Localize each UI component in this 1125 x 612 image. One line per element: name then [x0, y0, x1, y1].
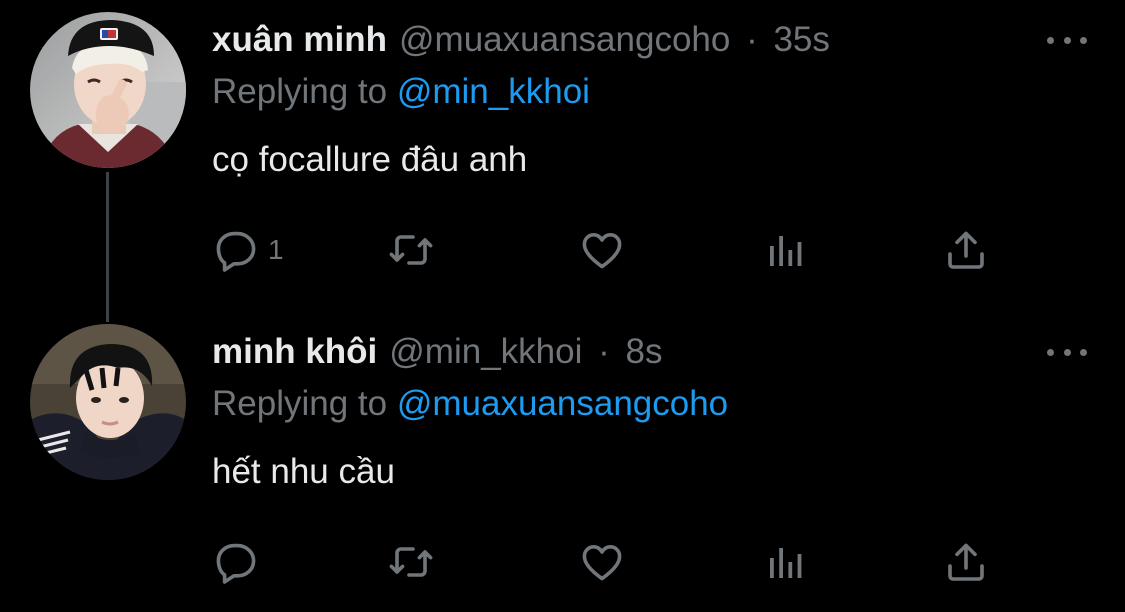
tweet-header: xuân minh @muaxuansangcoho · 35s [212, 16, 830, 64]
share-button[interactable] [942, 534, 990, 590]
share-icon [948, 231, 984, 269]
avatar-xuan-minh[interactable] [30, 12, 186, 168]
more-icon[interactable] [1047, 340, 1087, 364]
analytics-icon [770, 236, 802, 266]
replying-mention[interactable]: @muaxuansangcoho [397, 384, 728, 423]
handle[interactable]: @min_kkhoi [389, 332, 582, 371]
replying-prefix: Replying to [212, 384, 388, 423]
analytics-button[interactable] [762, 534, 810, 590]
action-bar [212, 534, 1002, 590]
action-bar: 1 [212, 222, 1002, 278]
replying-to-line: Replying to @min_kkhoi [212, 68, 590, 116]
avatar-minh-khoi[interactable] [30, 324, 186, 480]
tweet-2[interactable]: minh khôi @min_kkhoi · 8s Replying to @mu… [0, 312, 1125, 612]
heart-icon [582, 545, 622, 581]
reply-icon [216, 231, 256, 272]
timestamp[interactable]: 35s [773, 20, 829, 59]
share-icon [948, 543, 984, 581]
retweet-icon [389, 235, 433, 265]
avatar-photo-image [30, 12, 186, 168]
retweet-icon [389, 547, 433, 577]
retweet-button[interactable] [387, 534, 435, 590]
like-button[interactable] [578, 222, 626, 278]
analytics-icon [770, 548, 802, 578]
timestamp[interactable]: 8s [626, 332, 663, 371]
replying-to-line: Replying to @muaxuansangcoho [212, 380, 728, 428]
avatar-photo-image [30, 324, 186, 480]
replying-mention[interactable]: @min_kkhoi [397, 72, 590, 111]
tweet-header: minh khôi @min_kkhoi · 8s [212, 328, 662, 376]
display-name[interactable]: xuân minh [212, 20, 387, 59]
reply-button[interactable]: 1 [212, 222, 284, 278]
tweet-text: hết nhu cầu [212, 452, 395, 491]
separator-dot: · [598, 332, 610, 371]
separator-dot: · [746, 20, 758, 59]
display-name[interactable]: minh khôi [212, 332, 377, 371]
reply-count: 1 [268, 234, 284, 265]
analytics-button[interactable] [762, 222, 810, 278]
reply-button[interactable] [212, 534, 268, 590]
retweet-button[interactable] [387, 222, 435, 278]
share-button[interactable] [942, 222, 990, 278]
heart-icon [582, 233, 622, 269]
handle[interactable]: @muaxuansangcoho [399, 20, 730, 59]
like-button[interactable] [578, 534, 626, 590]
more-icon[interactable] [1047, 28, 1087, 52]
replying-prefix: Replying to [212, 72, 388, 111]
reply-icon [216, 543, 256, 584]
tweet-text: cọ focallure đâu anh [212, 140, 528, 179]
tweet-1[interactable]: xuân minh @muaxuansangcoho · 35s Replying… [0, 0, 1125, 300]
